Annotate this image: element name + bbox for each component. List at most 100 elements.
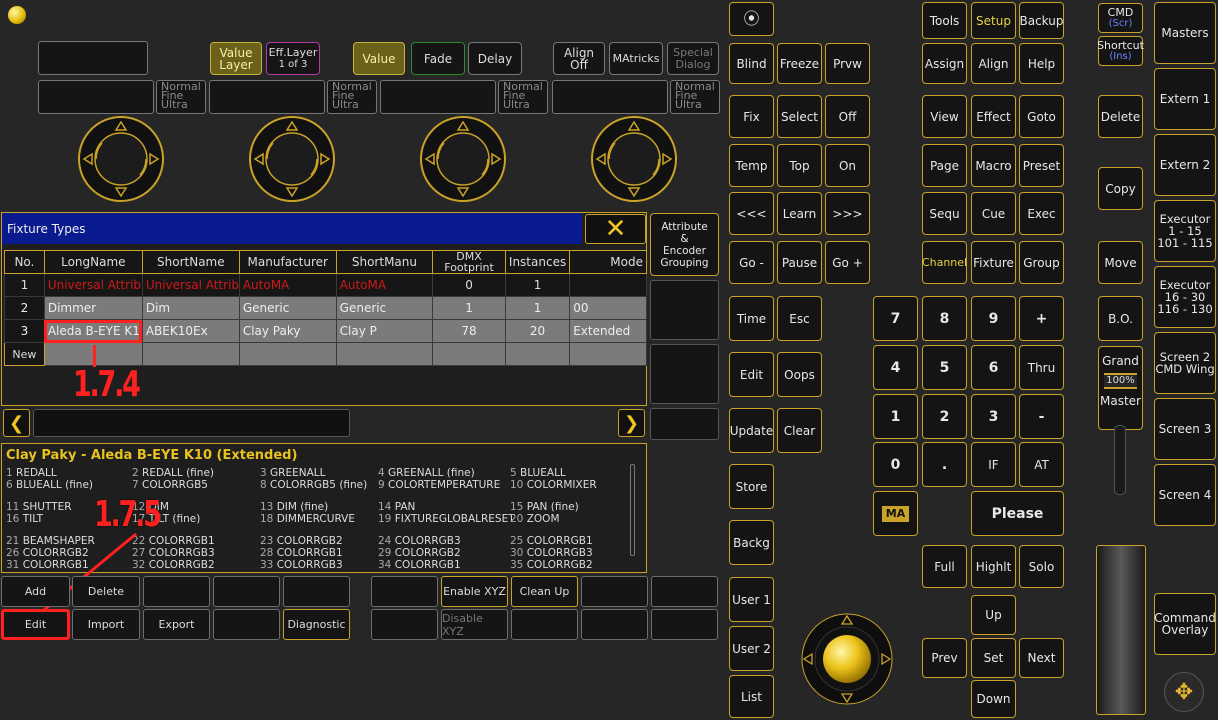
sequ-key[interactable]: Sequ xyxy=(922,192,967,235)
align-key[interactable]: Align xyxy=(971,43,1016,84)
effect-key[interactable]: Effect xyxy=(971,95,1016,138)
cue-key[interactable]: Cue xyxy=(971,192,1016,235)
col-shortname[interactable]: ShortName xyxy=(141,250,240,274)
empty-slot[interactable] xyxy=(651,609,718,640)
num-1-key[interactable]: 1 xyxy=(873,394,918,439)
import-button[interactable]: Import xyxy=(72,609,140,640)
table-row[interactable]: 3 Aleda B-EYE K10 ABEK10Ex Clay Paky Cla… xyxy=(4,319,647,343)
num-9-key[interactable]: 9 xyxy=(971,296,1016,341)
col-no[interactable]: No. xyxy=(4,250,45,274)
diagnostic-button[interactable]: Diagnostic xyxy=(283,609,350,640)
user2-key[interactable]: User 2 xyxy=(729,626,774,671)
attribute-encoder-grouping-button[interactable]: Attribute & Encoder Grouping xyxy=(650,213,719,276)
encoder-knob-4[interactable] xyxy=(589,114,679,204)
screen-selector-icon[interactable]: ⦿ xyxy=(729,2,774,36)
list-key[interactable]: List xyxy=(729,675,774,718)
go-minus-key[interactable]: Go - xyxy=(729,241,774,284)
move-key[interactable]: Move xyxy=(1098,241,1143,284)
table-row-new[interactable]: New xyxy=(4,342,647,366)
thru-key[interactable]: Thru xyxy=(1019,345,1064,390)
empty-slot[interactable] xyxy=(371,609,438,640)
executor-1-15-key[interactable]: Executor 1 - 15 101 - 115 xyxy=(1154,200,1216,262)
solo-key[interactable]: Solo xyxy=(1019,545,1064,588)
screen2-key[interactable]: Screen 2 CMD Wing xyxy=(1154,332,1216,394)
value-layer-button[interactable]: Value Layer xyxy=(210,42,262,75)
clear-key[interactable]: Clear xyxy=(777,408,822,453)
up-key[interactable]: Up xyxy=(971,595,1016,635)
cell-selected[interactable]: Aleda B-EYE K10 xyxy=(43,319,143,343)
special-dialog-button[interactable]: Special Dialog xyxy=(667,42,719,75)
cmd-key[interactable]: CMD (Scr) xyxy=(1098,3,1143,33)
num-2-key[interactable]: 2 xyxy=(922,394,967,439)
command-display[interactable] xyxy=(38,41,148,75)
empty-slot[interactable] xyxy=(511,609,578,640)
set-key[interactable]: Set xyxy=(971,638,1016,678)
empty-slot[interactable] xyxy=(283,576,350,607)
time-key[interactable]: Time xyxy=(729,296,774,341)
clean-up-button[interactable]: Clean Up xyxy=(511,576,578,607)
fade-button[interactable]: Fade xyxy=(411,42,465,75)
edit-key[interactable]: Edit xyxy=(729,352,774,397)
col-longname[interactable]: LongName xyxy=(43,250,143,274)
scroll-left-button[interactable]: ❮ xyxy=(3,409,30,437)
resolution-selector-3[interactable]: Normal Fine Ultra xyxy=(498,80,548,114)
empty-slot[interactable] xyxy=(143,576,210,607)
prev-key[interactable]: Prev xyxy=(922,638,967,678)
move-icon[interactable]: ✥ xyxy=(1164,672,1204,712)
empty-slot[interactable] xyxy=(371,576,438,607)
num-8-key[interactable]: 8 xyxy=(922,296,967,341)
channel-key[interactable]: Channel xyxy=(922,241,967,284)
group-key[interactable]: Group xyxy=(1019,241,1064,284)
goto-key[interactable]: Goto xyxy=(1019,95,1064,138)
value-button[interactable]: Value xyxy=(353,42,405,75)
detail-scrollbar[interactable] xyxy=(630,464,635,556)
ma-logo-key[interactable]: MA xyxy=(873,491,918,536)
page-key[interactable]: Page xyxy=(922,144,967,187)
user1-key[interactable]: User 1 xyxy=(729,577,774,622)
scroll-right-button[interactable]: ❯ xyxy=(618,409,645,437)
top-key[interactable]: Top xyxy=(777,144,822,187)
num-0-key[interactable]: 0 xyxy=(873,442,918,487)
fix-key[interactable]: Fix xyxy=(729,95,774,138)
num-6-key[interactable]: 6 xyxy=(971,345,1016,390)
fixture-key[interactable]: Fixture xyxy=(971,241,1016,284)
prvw-key[interactable]: Prvw xyxy=(825,43,870,84)
num-3-key[interactable]: 3 xyxy=(971,394,1016,439)
grand-master-fader[interactable]: Grand 100% Master xyxy=(1098,346,1143,430)
view-key[interactable]: View xyxy=(922,95,967,138)
col-instances[interactable]: Instances xyxy=(504,250,571,274)
store-key[interactable]: Store xyxy=(729,464,774,509)
highlt-key[interactable]: Highlt xyxy=(971,545,1016,588)
esc-key[interactable]: Esc xyxy=(777,296,822,341)
vertical-fader[interactable] xyxy=(1096,545,1146,715)
matricks-button[interactable]: MAtricks xyxy=(609,42,663,75)
empty-slot[interactable] xyxy=(581,609,648,640)
select-key[interactable]: Select xyxy=(777,95,822,138)
export-button[interactable]: Export xyxy=(143,609,210,640)
trackball[interactable] xyxy=(800,612,894,706)
exec-key[interactable]: Exec xyxy=(1019,192,1064,235)
extern1-key[interactable]: Extern 1 xyxy=(1154,68,1216,130)
disable-xyz-button[interactable]: Disable XYZ xyxy=(441,609,508,640)
col-manufacturer[interactable]: Manufacturer xyxy=(238,250,337,274)
masters-key[interactable]: Masters xyxy=(1154,2,1216,64)
executor-16-30-key[interactable]: Executor 16 - 30 116 - 130 xyxy=(1154,266,1216,328)
delay-button[interactable]: Delay xyxy=(468,42,522,75)
setup-key[interactable]: Setup xyxy=(971,2,1016,39)
table-row[interactable]: 1 Universal Attributes Universal Attribu… xyxy=(4,273,647,297)
backup-key[interactable]: Backup xyxy=(1019,2,1064,39)
extern2-key[interactable]: Extern 2 xyxy=(1154,134,1216,196)
minus-key[interactable]: - xyxy=(1019,394,1064,439)
backg-key[interactable]: Backg xyxy=(729,520,774,565)
macro-key[interactable]: Macro xyxy=(971,144,1016,187)
copy-key[interactable]: Copy xyxy=(1098,167,1143,210)
prev-channel-key[interactable]: <<< xyxy=(729,192,774,235)
encoder-knob-2[interactable] xyxy=(247,114,337,204)
delete-key[interactable]: Delete xyxy=(1098,95,1143,138)
learn-key[interactable]: Learn xyxy=(777,192,822,235)
dot-key[interactable]: . xyxy=(922,442,967,487)
num-5-key[interactable]: 5 xyxy=(922,345,967,390)
encoder-knob-3[interactable] xyxy=(418,114,508,204)
delete-button[interactable]: Delete xyxy=(72,576,140,607)
on-key[interactable]: On xyxy=(825,144,870,187)
